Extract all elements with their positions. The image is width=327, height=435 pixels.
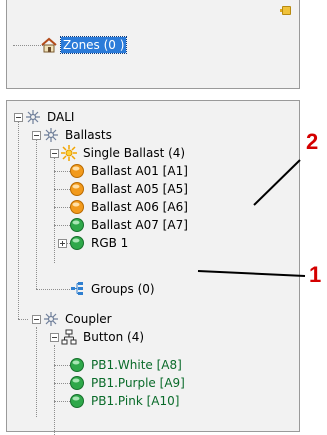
callout-label-2: 2 [306,129,319,154]
callout-lines [197,159,306,277]
callout-label-1: 1 [309,262,322,287]
callout-line-1 [197,270,306,277]
callout-line-2 [253,159,301,206]
